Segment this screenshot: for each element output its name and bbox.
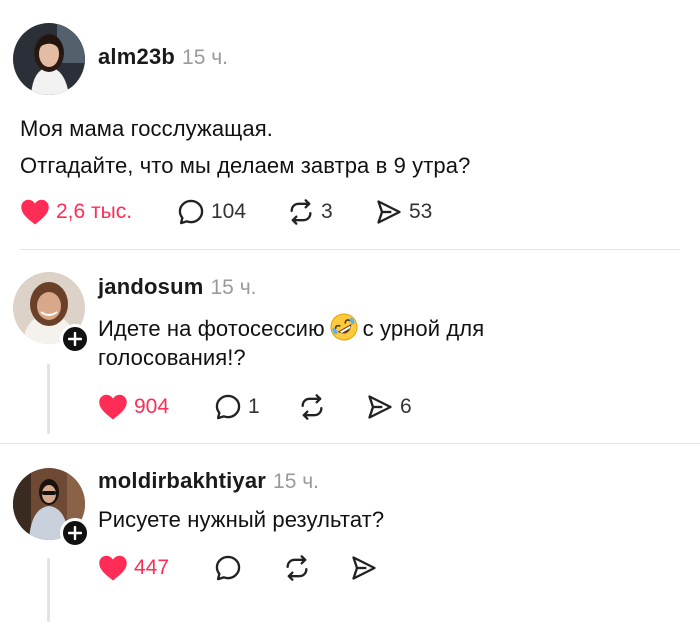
post-like-count: 2,6 тыс.: [56, 200, 133, 223]
reply-share-button[interactable]: [350, 554, 378, 582]
plus-icon: [68, 332, 82, 346]
reply-username[interactable]: jandosum: [98, 274, 204, 300]
repost-icon: [290, 199, 312, 225]
reply-share-button[interactable]: 6: [366, 393, 412, 421]
post-share-count: 53: [409, 200, 433, 223]
heart-icon: [21, 199, 49, 225]
reply-like-count: 447: [134, 556, 170, 579]
repost-icon: [301, 394, 323, 420]
reply-share-count: 6: [400, 395, 412, 418]
reply-text-after-emoji: с урной для: [362, 316, 485, 341]
plus-icon: [68, 526, 82, 540]
reply-repost-button[interactable]: [298, 393, 326, 421]
avatar-photo: [13, 23, 85, 95]
thread-line: [47, 364, 50, 434]
post-share-button[interactable]: 53: [375, 198, 432, 226]
post-text-line-1: Моя мама госслужащая.: [20, 116, 273, 141]
rolling-on-floor-laughing-emoji: [329, 312, 359, 342]
heart-icon: [99, 394, 127, 420]
post-like-button[interactable]: 2,6 тыс.: [20, 198, 132, 226]
reply-time: 15 ч.: [273, 470, 320, 493]
reply-username[interactable]: moldirbakhtiyar: [98, 468, 266, 494]
reply-header: moldirbakhtiyar 15 ч.: [98, 468, 319, 494]
post-time: 15 ч.: [182, 46, 228, 69]
post-header: alm23b 15 ч.: [98, 44, 228, 70]
post-text-line-2: Отгадайте, что мы делаем завтра в 9 утра…: [20, 153, 471, 178]
reply-comment-button[interactable]: 1: [214, 393, 260, 421]
avatar-alm23b[interactable]: [13, 23, 85, 95]
send-icon: [352, 556, 376, 580]
comment-bubble-icon: [178, 199, 204, 225]
post-username[interactable]: alm23b: [98, 44, 175, 70]
reply-like-button[interactable]: 447: [98, 554, 169, 582]
divider: [20, 249, 680, 250]
reply-comment-count: 1: [248, 395, 260, 418]
reply-time: 15 ч.: [210, 276, 257, 299]
reply-text-line-2: голосования!?: [98, 345, 246, 370]
reply-like-button[interactable]: 904: [98, 393, 169, 421]
post-repost-count: 3: [321, 200, 333, 223]
follow-button[interactable]: [60, 324, 90, 354]
repost-icon: [286, 555, 308, 581]
post-repost-button[interactable]: 3: [287, 198, 333, 226]
post-comment-button[interactable]: 104: [177, 198, 246, 226]
reply-repost-button[interactable]: [283, 554, 311, 582]
send-icon: [368, 395, 392, 419]
thread-line: [47, 558, 50, 622]
heart-icon: [99, 555, 127, 581]
follow-button[interactable]: [60, 518, 90, 548]
send-icon: [377, 200, 401, 224]
comment-bubble-icon: [215, 394, 241, 420]
reply-text-line-1: Рисуете нужный результат?: [98, 507, 385, 532]
reply-header: jandosum 15 ч.: [98, 274, 256, 300]
comment-bubble-icon: [215, 555, 241, 581]
reply-text-line-1: Идете на фотосессию с урной для: [98, 312, 484, 342]
reply-comment-button[interactable]: [214, 554, 242, 582]
reply-text-before-emoji: Идете на фотосессию: [98, 316, 325, 341]
post-comment-count: 104: [211, 200, 247, 223]
divider: [0, 443, 700, 444]
reply-like-count: 904: [134, 395, 170, 418]
